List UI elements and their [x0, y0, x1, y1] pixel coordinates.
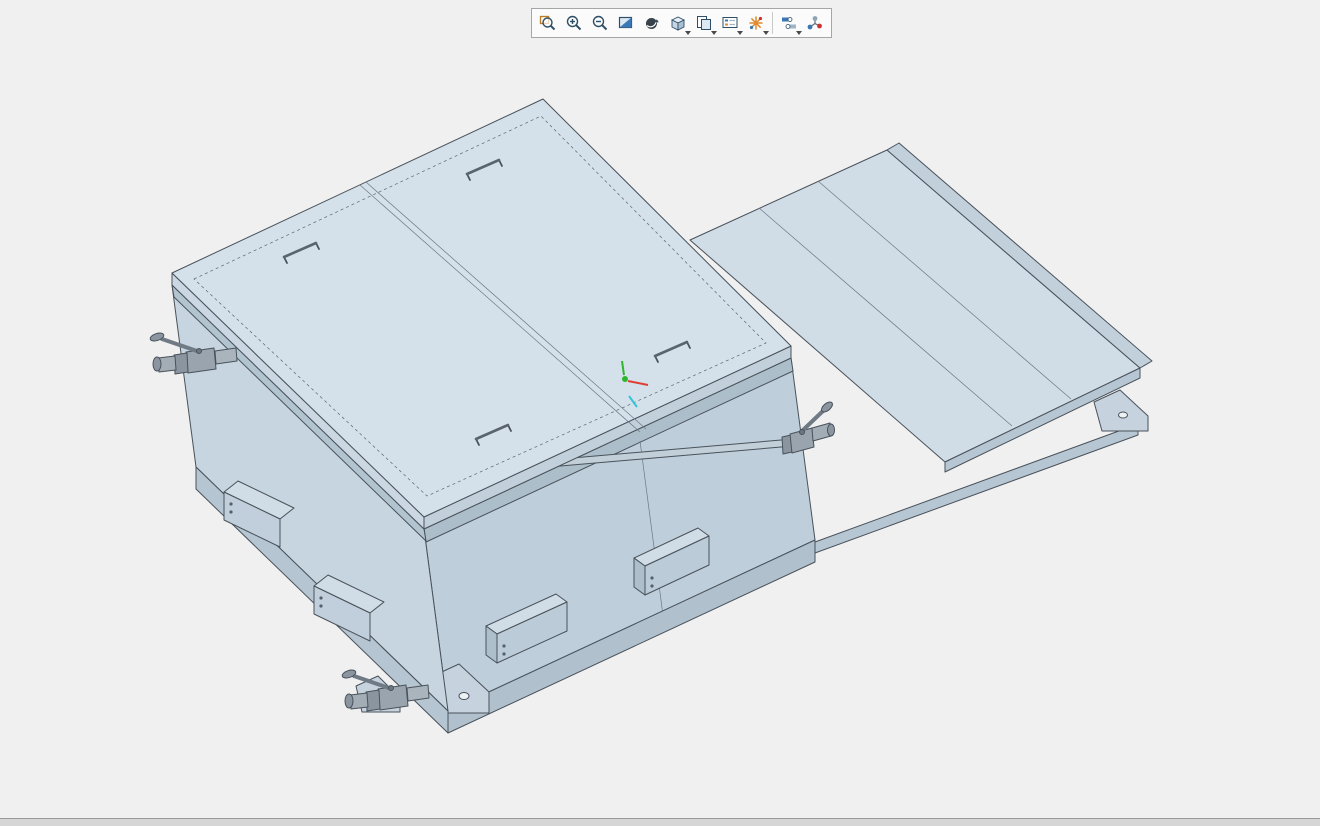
edit-appearance-icon: [746, 13, 766, 33]
rotate-view-icon: [642, 13, 662, 33]
model-views-button[interactable]: [802, 10, 828, 36]
valve-nut: [174, 353, 188, 374]
valve-end-cap: [153, 357, 161, 371]
valve-pipe-stub: [215, 348, 237, 364]
bolt-dot: [502, 652, 505, 655]
valve-end-cap: [345, 694, 353, 708]
zoom-in-button[interactable]: [561, 10, 587, 36]
previous-view-icon: [616, 13, 636, 33]
view-orientation-icon: [668, 13, 688, 33]
view-orientation-button[interactable]: [665, 10, 691, 36]
valve-nut: [366, 690, 380, 711]
valve-stem: [389, 686, 394, 691]
hide-show-items-button[interactable]: [717, 10, 743, 36]
zoom-to-fit-button[interactable]: [535, 10, 561, 36]
rotate-view-button[interactable]: [639, 10, 665, 36]
zoom-to-fit-icon: [538, 13, 558, 33]
view-toolbar: [531, 8, 832, 38]
edit-appearance-button[interactable]: [743, 10, 769, 36]
bolt-dot: [319, 604, 322, 607]
bolt-dot: [502, 644, 505, 647]
bolt-dot: [650, 576, 653, 579]
foot-hole: [459, 693, 469, 700]
bolt-dot: [229, 502, 232, 505]
dropdown-arrow-icon: [763, 31, 769, 35]
3d-viewport[interactable]: [0, 0, 1320, 826]
toolbar-separator: [772, 12, 773, 34]
valve-stem: [197, 349, 202, 354]
display-style-button[interactable]: [691, 10, 717, 36]
valve-lever-grip: [820, 400, 834, 414]
zoom-out-button[interactable]: [587, 10, 613, 36]
bolt-dot: [650, 584, 653, 587]
display-style-icon: [694, 13, 714, 33]
zoom-out-icon: [590, 13, 610, 33]
view-settings-icon: [779, 13, 799, 33]
model-views-icon: [805, 13, 825, 33]
previous-view-button[interactable]: [613, 10, 639, 36]
valve-stem: [800, 430, 805, 435]
foot-hole: [1119, 412, 1128, 418]
bolt-dot: [319, 596, 322, 599]
view-settings-button[interactable]: [776, 10, 802, 36]
origin-point: [622, 376, 628, 382]
window-bottom-edge: [0, 818, 1320, 826]
valve-pipe-stub: [407, 685, 429, 701]
viewport-canvas[interactable]: [0, 0, 1320, 826]
zoom-in-icon: [564, 13, 584, 33]
valve-end-cap: [828, 424, 835, 436]
hide-show-items-icon: [720, 13, 740, 33]
bolt-dot: [229, 510, 232, 513]
